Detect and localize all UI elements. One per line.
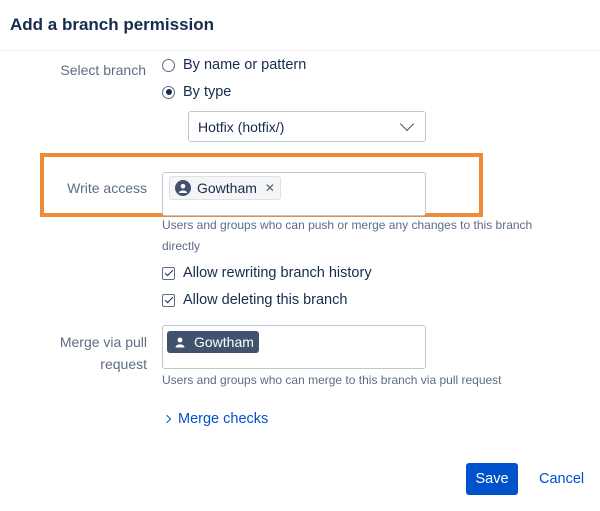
write-access-label: Write access bbox=[67, 180, 147, 196]
allow-rewrite-label: Allow rewriting branch history bbox=[183, 265, 372, 281]
merge-pr-label-line1: Merge via pull bbox=[59, 334, 147, 350]
allow-rewrite-checkbox[interactable] bbox=[162, 266, 175, 280]
remove-user-x-icon[interactable]: ✕ bbox=[265, 181, 275, 195]
allow-rewrite-checkbox-row[interactable]: Allow rewriting branch history bbox=[162, 265, 372, 281]
merge-pr-label: Merge via pull request bbox=[40, 331, 147, 375]
cancel-button[interactable]: Cancel bbox=[533, 463, 590, 495]
branch-type-select[interactable]: Hotfix (hotfix/) bbox=[188, 111, 426, 142]
write-access-user-picker[interactable]: Gowtham ✕ bbox=[162, 172, 426, 216]
write-access-help-line2: directly bbox=[162, 239, 201, 253]
merge-checks-toggle[interactable]: Merge checks bbox=[162, 411, 269, 427]
merge-pr-user-picker[interactable]: Gowtham bbox=[162, 325, 426, 369]
merge-checks-label: Merge checks bbox=[178, 411, 269, 427]
radio-button-by-name[interactable] bbox=[162, 58, 175, 72]
chevron-down-icon bbox=[399, 116, 415, 132]
user-tag-gowtham: Gowtham ✕ bbox=[169, 176, 281, 200]
user-tag-label: Gowtham bbox=[197, 180, 257, 196]
title-divider bbox=[0, 50, 600, 51]
merge-user-tag-gowtham: Gowtham bbox=[167, 331, 259, 353]
chevron-right-icon bbox=[162, 414, 172, 424]
radio-button-by-type[interactable] bbox=[162, 85, 175, 99]
user-icon bbox=[172, 334, 188, 350]
write-access-help-line1: Users and groups who can push or merge a… bbox=[162, 218, 533, 232]
allow-delete-checkbox-row[interactable]: Allow deleting this branch bbox=[162, 292, 347, 308]
dialog-title: Add a branch permission bbox=[10, 15, 215, 34]
write-access-help: Users and groups who can push or merge a… bbox=[162, 215, 532, 257]
allow-delete-label: Allow deleting this branch bbox=[183, 292, 348, 308]
merge-pr-help: Users and groups who can merge to this b… bbox=[162, 373, 502, 387]
radio-by-type[interactable]: By type bbox=[162, 84, 231, 100]
merge-user-tag-label: Gowtham bbox=[194, 334, 254, 350]
radio-label-by-type: By type bbox=[183, 84, 232, 100]
user-icon bbox=[175, 180, 191, 196]
select-branch-label: Select branch bbox=[60, 62, 146, 78]
radio-by-name-pattern[interactable]: By name or pattern bbox=[162, 57, 306, 73]
save-button[interactable]: Save bbox=[466, 463, 518, 495]
allow-delete-checkbox[interactable] bbox=[162, 293, 175, 307]
branch-type-value: Hotfix (hotfix/) bbox=[198, 118, 285, 135]
radio-label-by-name: By name or pattern bbox=[183, 57, 307, 73]
merge-pr-label-line2: request bbox=[100, 356, 147, 372]
